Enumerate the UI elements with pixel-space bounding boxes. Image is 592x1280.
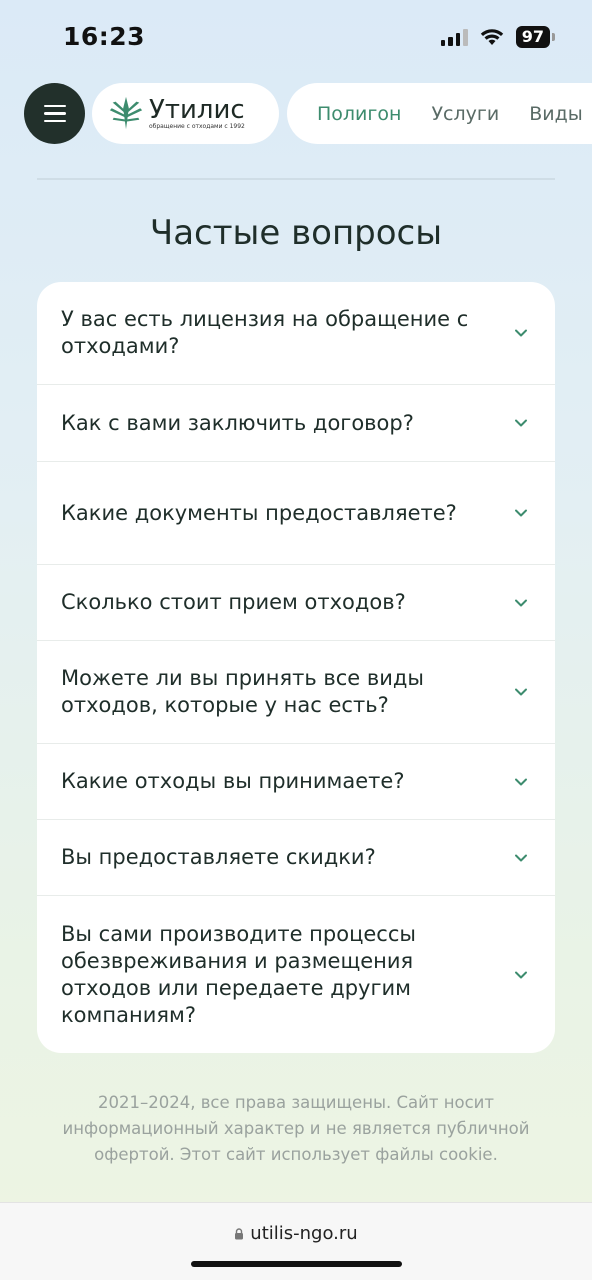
faq-question: Вы сами производите процессы обезврежива…	[61, 921, 416, 1027]
logo[interactable]: Утилис обращение с отходами с 1992	[92, 83, 279, 144]
faq-question: Как с вами заключить договор?	[61, 410, 414, 435]
top-navigation: Утилис обращение с отходами с 1992 Полиг…	[24, 83, 592, 145]
faq-item[interactable]: Как с вами заключить договор?	[37, 385, 555, 462]
chevron-down-icon	[515, 971, 527, 978]
status-bar: 16:23 97	[0, 0, 592, 72]
chevron-down-icon	[515, 419, 527, 427]
logo-name: Утилис	[149, 94, 245, 125]
url-text: utilis-ngo.ru	[250, 1223, 358, 1244]
faq-item[interactable]: Вы предоставляете скидки?	[37, 820, 555, 896]
lock-icon	[235, 1228, 244, 1240]
faq-item[interactable]: У вас есть лицензия на обращение с отход…	[37, 282, 555, 385]
battery-icon: 97	[515, 26, 556, 48]
chevron-down-icon	[515, 854, 527, 861]
browser-address-bar[interactable]: utilis-ngo.ru	[0, 1202, 592, 1280]
tab-services[interactable]: Услуги	[431, 103, 499, 125]
faq-question: Вы предоставляете скидки?	[61, 845, 376, 869]
faq-question: Можете ли вы принять все виды отходов, к…	[61, 666, 425, 717]
hamburger-menu-button[interactable]	[24, 83, 85, 144]
chevron-down-icon	[515, 599, 527, 606]
faq-question: Какие документы предоставляете?	[61, 500, 457, 525]
footer-text: 2021–2024, все права защищены. Сайт носи…	[62, 1093, 530, 1164]
wifi-icon	[480, 29, 503, 45]
status-time: 16:23	[63, 22, 146, 51]
faq-item[interactable]: Какие отходы вы принимаете?	[37, 744, 555, 820]
url-display[interactable]: utilis-ngo.ru	[0, 1223, 592, 1244]
tab-types[interactable]: Виды	[529, 103, 583, 125]
faq-item[interactable]: Какие документы предоставляете?	[37, 462, 555, 565]
home-indicator[interactable]	[191, 1261, 402, 1267]
page-title: Частые вопросы	[149, 213, 443, 253]
faq-question: Какие отходы вы принимаете?	[61, 769, 405, 793]
chevron-down-icon	[515, 329, 527, 337]
faq-question: Сколько стоит прием отходов?	[61, 590, 406, 614]
faq-item[interactable]: Можете ли вы принять все виды отходов, к…	[37, 641, 555, 744]
chevron-down-icon	[515, 778, 527, 785]
leaf-logo-icon	[109, 96, 143, 129]
divider	[37, 178, 555, 180]
cellular-signal-icon	[440, 28, 468, 46]
chevron-down-icon	[515, 509, 527, 517]
tab-polygon[interactable]: Полигон	[317, 103, 401, 125]
faq-question: У вас есть лицензия на обращение с отход…	[61, 307, 469, 358]
logo-tagline: обращение с отходами с 1992	[149, 122, 245, 130]
chevron-down-icon	[515, 688, 527, 696]
nav-tabs: Полигон Услуги Виды	[287, 83, 592, 144]
faq-item[interactable]: Сколько стоит прием отходов?	[37, 565, 555, 641]
faq-list: У вас есть лицензия на обращение с отход…	[37, 282, 555, 1053]
status-icons: 97	[440, 26, 556, 48]
faq-item[interactable]: Вы сами производите процессы обезврежива…	[37, 896, 555, 1053]
